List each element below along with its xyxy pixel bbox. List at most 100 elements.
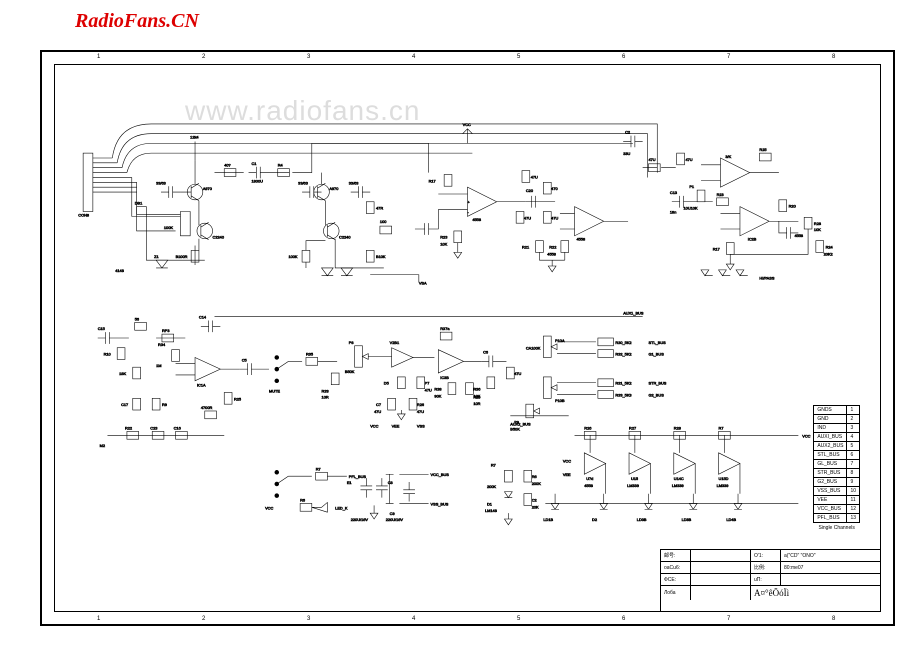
ic1a: 4558 R17 R2310K +- [415, 175, 526, 259]
svg-text:VCC: VCC [463, 122, 471, 127]
svg-text:LM339: LM339 [717, 483, 729, 488]
svg-text:4558: 4558 [794, 233, 803, 238]
ruler-col: 1 [97, 54, 100, 60]
schematic-svg: CON8 12k4 33/63 A970 100K [75, 85, 860, 591]
svg-text:STR_BUS: STR_BUS [648, 381, 666, 386]
block-q3q4: A970 C2240 33/63 33/63 47R 100K B10K 100 [288, 173, 391, 276]
svg-text:R26: R26 [417, 402, 424, 407]
svg-text:C7: C7 [376, 402, 381, 407]
svg-text:LD4B: LD4B [726, 517, 736, 522]
ruler-col: 8 [832, 616, 835, 622]
svg-text:C20: C20 [526, 188, 533, 193]
svg-text:LD3B: LD3B [682, 517, 692, 522]
svg-text:R24: R24 [826, 244, 834, 249]
ruler-col: 5 [517, 54, 520, 60]
tb-r2c4: 80:me07 [781, 562, 880, 573]
svg-text:VEE: VEE [392, 424, 400, 429]
svg-text:R38: R38 [434, 387, 441, 392]
svg-text:R23: R23 [440, 235, 447, 240]
ruler-col: 8 [832, 54, 835, 60]
svg-text:47R: 47R [376, 206, 383, 211]
svg-text:40?: 40? [224, 163, 231, 168]
schematic-canvas: CON8 12k4 33/63 A970 100K [75, 85, 860, 591]
svg-text:100: 100 [380, 219, 386, 224]
svg-text:PFL_BUS: PFL_BUS [349, 474, 367, 479]
svg-text:C6: C6 [483, 350, 488, 355]
svg-text:56: 56 [135, 316, 139, 321]
block-power: R7 PFL_BUS VCC R6 LED_K VCC_BUS VSS_BUS … [265, 466, 449, 522]
ruler-col: 3 [307, 616, 310, 622]
svg-text:AUX2_BUS: AUX2_BUS [510, 422, 531, 427]
svg-text:1800U: 1800U [251, 178, 263, 183]
svg-text:LD1B: LD1B [543, 517, 553, 522]
svg-text:4558: 4558 [472, 217, 481, 222]
svg-text:R35: R35 [306, 352, 313, 357]
svg-text:LD3B: LD3B [637, 517, 647, 522]
svg-text:STL_BUS: STL_BUS [648, 340, 666, 345]
svg-text:D5: D5 [384, 381, 389, 386]
svg-text:+: + [468, 200, 471, 205]
block-midchain: R35 R3310R P8B50K V2B1 D5 P747U C747U R2… [306, 326, 667, 431]
watermark-top: RadioFans.CN [75, 10, 199, 33]
ruler-col: 7 [727, 616, 730, 622]
svg-text:10U10K: 10U10K [684, 206, 698, 211]
ruler-col: 4 [412, 616, 415, 622]
svg-text:47U: 47U [685, 157, 692, 162]
svg-text:M2: M2 [100, 443, 105, 448]
svg-text:R28: R28 [814, 221, 821, 226]
svg-text:VSS: VSS [417, 424, 425, 429]
svg-text:C16: C16 [174, 425, 181, 430]
svg-text:1M: 1M [156, 363, 161, 368]
svg-text:20K2: 20K2 [824, 251, 833, 256]
svg-text:47U: 47U [531, 174, 538, 179]
svg-text:RP3: RP3 [162, 328, 170, 333]
ruler-col: 3 [307, 54, 310, 60]
svg-text:C2240: C2240 [213, 235, 224, 240]
connector-pin-table: GNDS1 GND2 IND3 AUXI_BUS4 AUX2_BUS5 STL_… [813, 405, 860, 531]
svg-text:LED_K: LED_K [335, 505, 348, 510]
ruler-col: 4 [412, 54, 415, 60]
svg-text:-: - [468, 209, 470, 214]
svg-text:R28: R28 [674, 425, 681, 430]
tb-r3c4 [781, 574, 880, 585]
svg-text:U14C: U14C [674, 476, 684, 481]
svg-text:R33: R33 [322, 388, 329, 393]
svg-text:C2240: C2240 [339, 235, 350, 240]
svg-text:VCC: VCC [265, 505, 273, 510]
svg-text:200K: 200K [532, 481, 541, 486]
svg-text:R32_5K2: R32_5K2 [615, 352, 631, 357]
svg-text:V2B1: V2B1 [390, 340, 399, 345]
svg-text:R31_5K2: R31_5K2 [615, 381, 631, 386]
svg-text:100K: 100K [288, 254, 297, 259]
block-eq: C15 56 RP3 C14 R10 18K R341M IC1A C17 R9… [98, 315, 302, 448]
svg-text:C2: C2 [625, 130, 630, 135]
svg-text:LM339: LM339 [672, 483, 684, 488]
tb-r2c1: oaCu6: [661, 562, 691, 573]
svg-text:R25: R25 [759, 147, 766, 152]
svg-text:P1: P1 [689, 184, 694, 189]
svg-text:4558: 4558 [547, 251, 556, 256]
block-lm339: R26 R27 R28 R7 VCC U7d4558 U15LM339 U14C… [485, 425, 811, 524]
svg-text:A970: A970 [329, 186, 338, 191]
tb-r2c3: 比例: [751, 562, 781, 573]
svg-text:VCC_BUS: VCC_BUS [431, 472, 450, 477]
svg-text:AUX1_BUS: AUX1_BUS [623, 311, 644, 316]
svg-text:C2: C2 [532, 497, 537, 502]
svg-text:D1: D1 [487, 501, 492, 506]
svg-text:90K: 90K [434, 393, 441, 398]
svg-text:18n: 18n [670, 209, 676, 214]
svg-text:U7d: U7d [586, 476, 593, 481]
svg-text:33U: 33U [623, 151, 630, 156]
svg-text:4558: 4558 [576, 237, 585, 242]
svg-text:47U: 47U [648, 157, 655, 162]
svg-text:R36: R36 [473, 387, 480, 392]
svg-text:10K: 10K [814, 227, 821, 232]
tb-r3c1: ФСЕ: [661, 574, 691, 585]
svg-text:LM339: LM339 [627, 483, 639, 488]
ruler-col: 7 [727, 54, 730, 60]
svg-text:47U: 47U [551, 215, 558, 220]
title-block: 邮号: O'1: a("CD" "ONO" oaCu6: 比例: 80:me07… [660, 549, 880, 611]
tb-r4c2 [691, 586, 751, 600]
svg-text:B50K: B50K [510, 426, 520, 431]
svg-text:MUTE: MUTE [269, 388, 280, 393]
